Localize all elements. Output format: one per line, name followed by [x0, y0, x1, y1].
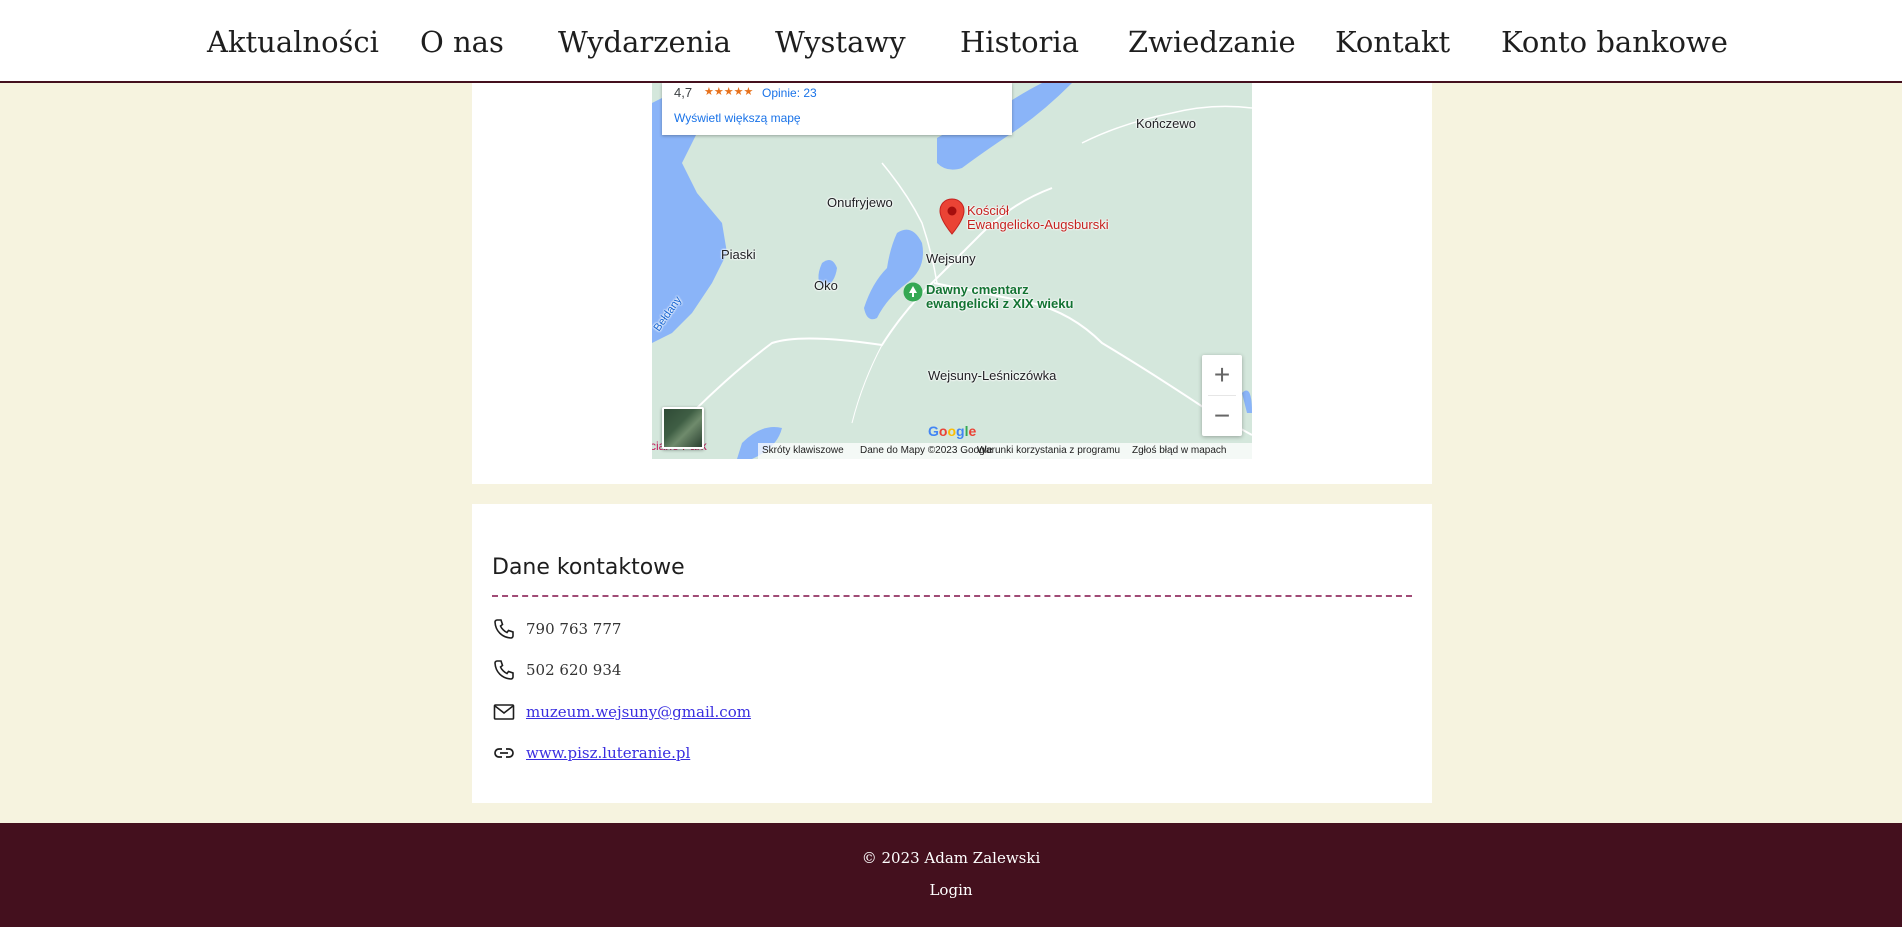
zoom-in-button[interactable]: +: [1202, 355, 1242, 395]
dashed-divider: [492, 595, 1412, 597]
poi-church-line1: Kościół: [967, 203, 1009, 218]
rating-stars: ★★★★★: [704, 86, 754, 98]
link-icon: [494, 748, 514, 758]
map-data-text: Dane do Mapy ©2023 Google: [860, 445, 993, 456]
page-footer: © 2023 Adam Zalewski Login: [0, 823, 1902, 927]
map-label-wejsuny-lesniczowka: Wejsuny-Leśniczówka: [928, 368, 1057, 383]
phone-number-1: 790 763 777: [526, 620, 622, 638]
contact-title: Dane kontaktowe: [492, 555, 685, 580]
zoom-out-button[interactable]: −: [1202, 396, 1242, 436]
top-navigation: Aktualności O nas Wydarzenia Wystawy His…: [0, 0, 1902, 83]
satellite-layer-toggle[interactable]: [662, 407, 704, 449]
copyright-text: © 2023 Adam Zalewski: [861, 849, 1041, 867]
nav-item-wystawy[interactable]: Wystawy: [775, 22, 906, 62]
nav-item-konto-bankowe[interactable]: Konto bankowe: [1501, 22, 1728, 62]
view-larger-map-link[interactable]: Wyświetl większą mapę: [674, 111, 801, 125]
map-label-oko: Oko: [814, 278, 838, 293]
nav-item-kontakt[interactable]: Kontakt: [1335, 22, 1450, 62]
phone-icon: [494, 619, 514, 639]
map-attribution-bar: Skróty klawiszowe Dane do Mapy ©2023 Goo…: [758, 443, 1252, 459]
map-pin-icon[interactable]: [939, 198, 965, 236]
map-label-wejsuny: Wejsuny: [926, 251, 976, 266]
phone-icon: [494, 660, 514, 680]
google-map[interactable]: 4,7 ★★★★★ Opinie: 23 Wyświetl większą ma…: [652, 83, 1252, 459]
nav-item-zwiedzanie[interactable]: Zwiedzanie: [1128, 22, 1296, 62]
map-terrain: [652, 83, 1252, 459]
website-link[interactable]: www.pisz.luteranie.pl: [526, 744, 690, 762]
contact-card: Dane kontaktowe 790 763 777 502 620 934 …: [472, 504, 1432, 803]
email-link[interactable]: muzeum.wejsuny@gmail.com: [526, 703, 751, 721]
google-logo: Google: [928, 423, 977, 439]
login-link[interactable]: Login: [929, 881, 972, 899]
keyboard-shortcuts-link[interactable]: Skróty klawiszowe: [762, 443, 844, 459]
map-label-koncewo: Kończewo: [1136, 116, 1196, 131]
nav-item-aktualnosci[interactable]: Aktualności: [207, 22, 379, 62]
map-label-onufryjewo: Onufryjewo: [827, 195, 893, 210]
poi-church-line2: Ewangelicko-Augsburski: [967, 217, 1109, 232]
map-zoom-controls: + −: [1202, 355, 1242, 436]
tree-poi-icon[interactable]: [903, 282, 923, 302]
nav-item-wydarzenia[interactable]: Wydarzenia: [558, 22, 731, 62]
mail-icon: [493, 704, 515, 720]
map-place-popup: 4,7 ★★★★★ Opinie: 23 Wyświetl większą ma…: [662, 83, 1012, 135]
login-link-wrapper: Login: [0, 881, 1902, 899]
poi-church-label[interactable]: Kościół Ewangelicko-Augsburski: [967, 204, 1109, 232]
nav-item-historia[interactable]: Historia: [960, 22, 1079, 62]
report-error-link[interactable]: Zgłoś błąd w mapach: [1132, 443, 1227, 459]
poi-cemetery-label[interactable]: Dawny cmentarz ewangelicki z XIX wieku: [926, 283, 1073, 311]
map-label-piaski: Piaski: [721, 247, 756, 262]
place-rating: 4,7: [674, 85, 693, 100]
nav-item-o-nas[interactable]: O nas: [420, 22, 504, 62]
poi-cemetery-line1: Dawny cmentarz: [926, 282, 1029, 297]
poi-cemetery-line2: ewangelicki z XIX wieku: [926, 296, 1074, 311]
terms-link[interactable]: Warunki korzystania z programu: [977, 443, 1120, 459]
reviews-link[interactable]: Opinie: 23: [762, 86, 817, 100]
phone-number-2: 502 620 934: [526, 661, 622, 679]
